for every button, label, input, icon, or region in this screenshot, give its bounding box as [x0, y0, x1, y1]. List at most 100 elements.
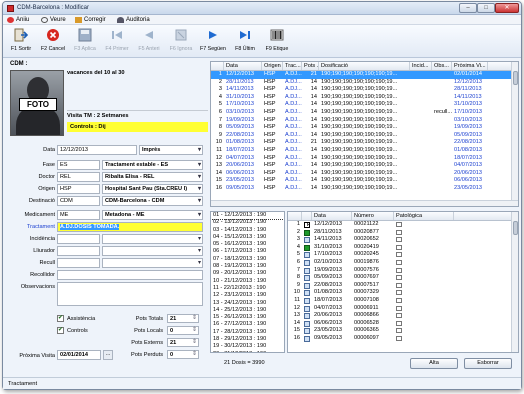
treatment-field[interactable]: A.DJ.DOSIS TOMADA. — [57, 222, 203, 232]
column-header[interactable]: Pots ... — [302, 62, 319, 70]
analytics-table[interactable]: Data Número Patològica 1P 12/12/2013 00021… — [287, 211, 519, 353]
table-row[interactable]: 14 06/06/2013 HSP A.DJ... 14 190;190;190;190;… — [211, 170, 518, 178]
apply-button[interactable]: F3 Aplica — [69, 27, 101, 56]
add-button[interactable]: Alta — [410, 358, 458, 369]
table-row[interactable]: 1 12/12/2013 HSP A.DJ... 21 190;190;190;190;1… — [211, 71, 518, 79]
controls-checkbox[interactable]: ✔ — [57, 327, 64, 334]
table-row[interactable]: 6 02/10/2013 00019876 — [288, 259, 518, 267]
list-item[interactable]: 06 - 17/12/2013 : 190 — [211, 248, 284, 255]
table-row[interactable]: 1P 12/12/2013 00021122 — [288, 221, 518, 229]
column-header[interactable] — [302, 212, 312, 220]
exit-button[interactable]: F1 Sortir — [5, 27, 37, 56]
column-header[interactable]: Dosificació — [319, 62, 410, 70]
origin-select[interactable]: Hospital Sant Pau (Sta.CREU I) — [102, 184, 203, 194]
table-row[interactable]: 3 14/11/2013 00020652 — [288, 236, 518, 244]
minimize-button[interactable]: – — [459, 3, 477, 13]
table-row[interactable]: 13 20/06/2013 HSP A.DJ... 14 190;190;190;190;… — [211, 162, 518, 170]
table-row[interactable]: 2 28/11/2013 00020877 — [288, 229, 518, 237]
ignore-button[interactable]: F6 Ignora — [165, 27, 197, 56]
list-item[interactable]: 16 - 27/12/2013 : 190 — [211, 321, 284, 328]
menu-auditoria[interactable]: Auditoria — [117, 17, 150, 23]
column-header[interactable] — [288, 212, 302, 220]
delete-button[interactable]: Esborrar — [464, 358, 512, 369]
list-item[interactable]: 20 - 31/12/2013 : 190 — [211, 351, 284, 352]
column-header[interactable]: Data — [224, 62, 262, 70]
collect-select[interactable] — [102, 258, 203, 268]
pathology-checkbox[interactable] — [396, 267, 402, 273]
date-field[interactable]: 12/12/2013 — [57, 145, 137, 155]
title-bar[interactable]: CDM-Barcelona : Modificar – □ ✕ — [3, 2, 521, 15]
previous-button[interactable]: F5 Anteri — [133, 27, 165, 56]
dose-list[interactable]: 01 - 12/12/2013 : 190 02 - 13/12/2013 : 1… — [210, 211, 285, 353]
list-item[interactable]: 01 - 12/12/2013 : 190 — [211, 212, 284, 221]
pathology-checkbox[interactable] — [396, 229, 402, 235]
local-pots-stepper[interactable]: 0 — [167, 326, 199, 335]
medication-select[interactable]: Metadona - ME — [102, 210, 203, 220]
list-item[interactable]: 18 - 29/12/2013 : 190 — [211, 336, 284, 343]
deliverer-code-field[interactable] — [57, 246, 100, 256]
table-row[interactable]: 16 09/05/2013 00006097 — [288, 335, 518, 343]
column-header[interactable]: Patològica — [394, 212, 454, 220]
table-row[interactable]: 15 23/05/2013 00006365 — [288, 327, 518, 335]
list-item[interactable]: 11 - 22/12/2013 : 190 — [211, 285, 284, 292]
pathology-checkbox[interactable] — [396, 259, 402, 265]
list-item[interactable]: 07 - 18/12/2013 : 190 — [211, 256, 284, 263]
origin-code-field[interactable]: HSP — [57, 184, 100, 194]
list-item[interactable]: 10 - 21/12/2013 : 190 — [211, 278, 284, 285]
table-row[interactable]: 9 22/08/2013 00007517 — [288, 282, 518, 290]
pathology-checkbox[interactable] — [396, 305, 402, 311]
next-visit-picker-button[interactable]: ... — [103, 350, 113, 360]
menu-corregir[interactable]: Corregir — [75, 17, 106, 23]
table-row[interactable]: 8 05/09/2013 00007697 — [288, 274, 518, 282]
pathology-checkbox[interactable] — [396, 282, 402, 288]
doctor-select[interactable]: Ribalta Elisa - REL — [102, 172, 203, 182]
list-item[interactable]: 13 - 24/12/2013 : 190 — [211, 300, 284, 307]
table-row[interactable]: 2 28/11/2013 HSP A.DJ... 14 190;190;190;190;1… — [211, 79, 518, 87]
menu-veure[interactable]: Veure — [41, 17, 66, 23]
table-row[interactable]: 13 20/06/2013 00006866 — [288, 312, 518, 320]
destination-select[interactable]: CDM-Barcelona - CDM — [102, 196, 203, 206]
next-visit-field[interactable]: 02/01/2014 — [57, 350, 101, 360]
scroll-thumb[interactable] — [513, 221, 518, 235]
list-item[interactable]: 19 - 30/12/2013 : 190 — [211, 343, 284, 350]
cancel-button[interactable]: F2 Cancel — [37, 27, 69, 56]
list-item[interactable]: 05 - 16/12/2013 : 190 — [211, 241, 284, 248]
list-item[interactable]: 17 - 28/12/2013 : 190 — [211, 329, 284, 336]
table-row[interactable]: 10 01/08/2013 00007329 — [288, 289, 518, 297]
list-item[interactable]: 02 - 13/12/2013 : 190 — [211, 219, 284, 226]
scroll-thumb[interactable] — [513, 71, 518, 85]
treatments-hscrollbar[interactable] — [211, 200, 518, 206]
pathology-checkbox[interactable] — [396, 252, 402, 258]
pathology-checkbox[interactable] — [396, 313, 402, 319]
label-button[interactable]: F9 Etique — [261, 27, 293, 56]
table-row[interactable]: 12 04/07/2013 00006911 — [288, 305, 518, 313]
collect-code-field[interactable] — [57, 258, 100, 268]
list-item[interactable]: 14 - 25/12/2013 : 190 — [211, 307, 284, 314]
pathology-checkbox[interactable] — [396, 320, 402, 326]
table-row[interactable]: 16 09/05/2013 HSP A.DJ... 14 190;190;190;190;… — [211, 185, 518, 193]
table-row[interactable]: 4 31/10/2013 HSP A.DJ... 14 190;190;190;190;1… — [211, 94, 518, 102]
medication-code-field[interactable]: ME — [57, 210, 100, 220]
table-row[interactable]: 7 19/09/2013 00007576 — [288, 267, 518, 275]
close-button[interactable]: ✕ — [495, 3, 519, 13]
column-header[interactable]: Obs... — [432, 62, 452, 70]
pathology-checkbox[interactable] — [396, 237, 402, 243]
table-row[interactable]: 11 18/07/2013 00007108 — [288, 297, 518, 305]
analytics-scrollbar[interactable] — [511, 212, 518, 352]
pathology-checkbox[interactable] — [396, 328, 402, 334]
lost-pots-stepper[interactable]: 0 — [167, 350, 199, 359]
table-row[interactable]: 9 22/08/2013 HSP A.DJ... 14 190;190;190;190;1… — [211, 132, 518, 140]
deliverer-select[interactable] — [102, 246, 203, 256]
total-pots-stepper[interactable]: 21 — [167, 314, 199, 323]
column-header[interactable]: Trac... — [283, 62, 302, 70]
incidence-code-field[interactable] — [57, 234, 100, 244]
pathology-checkbox[interactable] — [396, 335, 402, 341]
table-row[interactable]: 3 14/11/2013 HSP A.DJ... 14 190;190;190;190;1… — [211, 86, 518, 94]
next-button[interactable]: F7 Següen — [197, 27, 229, 56]
treatments-scrollbar[interactable] — [511, 62, 518, 206]
destination-code-field[interactable]: CDM — [57, 196, 100, 206]
phase-code-field[interactable]: ES — [57, 160, 100, 170]
column-header[interactable]: Número — [352, 212, 394, 220]
pathology-checkbox[interactable] — [396, 244, 402, 250]
table-row[interactable]: 6 03/10/2013 HSP A.DJ... 14 190;190;190;190;1… — [211, 109, 518, 117]
